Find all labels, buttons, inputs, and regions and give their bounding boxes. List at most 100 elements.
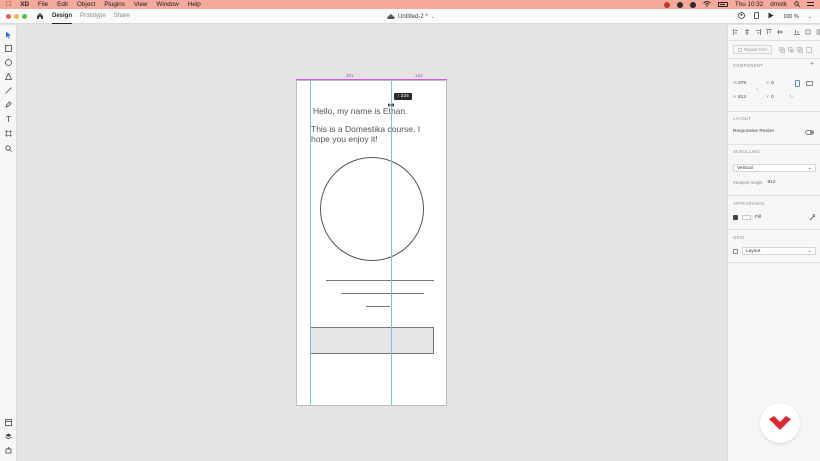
menu-app-name[interactable]: XD [20,1,29,8]
repeat-grid-button[interactable]: Repeat Grid [733,45,772,54]
app-title-bar: Design Prototype Share Untitled-2 * ⌄ 10… [0,9,820,24]
height-field[interactable]: 812 [738,95,766,100]
polygon-tool-icon[interactable] [4,72,13,81]
ellipse-tool-icon[interactable] [4,58,13,67]
guide-distance-left: 201 [346,73,354,78]
menu-window[interactable]: Window [156,1,178,8]
divider [728,144,820,145]
left-toolbar: T [0,25,17,461]
maximize-window-icon[interactable] [22,13,27,19]
home-icon[interactable] [36,12,44,20]
chevron-down-icon: ⌄ [807,248,812,254]
chevron-down-icon[interactable]: ⌄ [808,14,812,20]
menu-file[interactable]: File [38,1,48,8]
fill-checkbox[interactable] [733,215,738,220]
tab-prototype[interactable]: Prototype [80,9,106,24]
zoom-tool-icon[interactable] [4,144,13,153]
device-portrait-icon[interactable] [795,80,800,87]
zoom-level[interactable]: 100 % [783,14,799,20]
tab-design[interactable]: Design [52,9,73,24]
divider [728,195,820,196]
grid-select[interactable]: Layout ⌄ [742,247,816,255]
minimize-window-icon[interactable] [14,13,19,19]
menu-object[interactable]: Object [77,1,95,8]
artboard-paragraph[interactable]: This is a Domestika course. I hope you e… [311,124,429,144]
tab-share[interactable]: Share [114,9,130,24]
menu-status-area: Thu 10:32 dmstk [663,0,814,9]
divider [728,262,820,263]
control-center-icon[interactable] [807,1,814,9]
text-tool-icon[interactable]: T [4,115,13,124]
grid-checkbox[interactable] [733,249,738,254]
domestika-logo-badge [760,403,800,443]
play-icon[interactable] [768,12,774,21]
pen-tool-icon[interactable] [4,100,13,109]
boolean-add-icon[interactable] [778,46,785,53]
user-icon[interactable] [689,1,696,8]
eyedropper-icon[interactable] [809,214,816,223]
x-field[interactable]: 0 [771,81,795,86]
viewport-height-label: Viewport Height [733,180,763,185]
menu-edit[interactable]: Edit [57,1,68,8]
align-right-icon[interactable] [755,29,761,35]
boolean-exclude-icon[interactable] [805,46,812,53]
line-tool-icon[interactable] [4,86,13,95]
chevron-down-icon: ⌄ [430,13,435,20]
rotate-icon[interactable]: ↻ [789,94,793,100]
grid-heading: GRID [733,235,745,240]
menu-help[interactable]: Help [188,1,201,8]
viewport-height-field[interactable]: 812 [767,180,775,185]
menubar-user[interactable]: dmstk [770,1,787,8]
artboard-tool-icon[interactable] [4,129,13,138]
document-title[interactable]: Untitled-2 * ⌄ [387,9,435,24]
select-tool-icon[interactable] [4,30,13,39]
align-middle-icon[interactable] [777,29,783,35]
artboard-iphone[interactable]: Hello, my name is Ethan. This is a Domes… [296,80,447,406]
layers-icon[interactable] [4,432,13,441]
artboard-line-1[interactable] [326,280,434,281]
spotlight-icon[interactable] [794,0,800,9]
artboard-rectangle[interactable] [310,327,434,354]
wifi-icon[interactable] [703,0,711,9]
close-window-icon[interactable] [6,13,11,19]
boolean-subtract-icon[interactable] [787,46,794,53]
measure-tooltip: ↕ 234 [394,93,412,100]
plugins-icon[interactable] [4,446,13,455]
rectangle-tool-icon[interactable] [4,44,13,53]
align-bottom-icon[interactable] [794,29,800,35]
distribute-v-icon[interactable] [816,29,820,35]
menubar-clock[interactable]: Thu 10:32 [735,1,763,8]
fill-swatch[interactable] [742,215,751,220]
record-icon[interactable] [663,1,670,8]
menu-view[interactable]: View [134,1,148,8]
vertical-guide-left[interactable] [310,81,311,405]
device-preview-icon[interactable] [754,12,760,21]
add-component-icon[interactable]: + [810,61,814,68]
width-row: W 375 X 0 [733,80,813,87]
battery-icon[interactable] [717,2,728,7]
responsive-resize-toggle[interactable] [805,130,814,135]
boolean-intersect-icon[interactable] [796,46,803,53]
artboard-heading[interactable]: Hello, my name is Ethan. [313,106,443,117]
account-icon[interactable] [738,12,746,21]
artboard-line-3[interactable] [366,306,390,307]
scrolling-select[interactable]: Vertical ⌄ [733,164,816,172]
width-field[interactable]: 375 [738,81,766,86]
vertical-guide-center[interactable] [391,81,392,405]
menu-plugins[interactable]: Plugins [104,1,125,8]
apple-icon[interactable]:  [6,1,11,8]
align-top-icon[interactable] [766,29,772,35]
repeat-grid-label: Repeat Grid [744,47,767,52]
distribute-h-icon[interactable] [805,29,811,35]
artboard-line-2[interactable] [341,293,424,294]
lock-aspect-icon[interactable]: ⚬ [755,87,759,93]
align-left-icon[interactable] [733,29,739,35]
property-inspector: Repeat Grid COMPONENT + W 375 X 0 ⚬ H 81… [727,25,820,461]
adobe-cc-icon[interactable] [676,1,683,8]
device-landscape-icon[interactable] [806,81,813,86]
assets-icon[interactable] [4,418,13,427]
window-controls [6,13,27,19]
align-center-icon[interactable] [744,29,750,35]
y-field[interactable]: 0 [771,95,789,100]
artboard-circle[interactable] [320,157,424,261]
